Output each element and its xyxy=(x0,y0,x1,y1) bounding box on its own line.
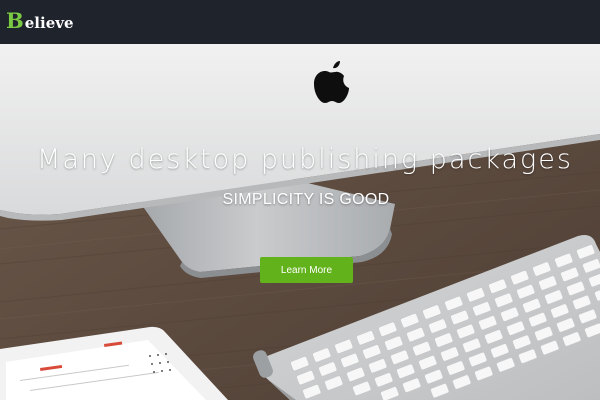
navbar: B elieve xyxy=(0,0,600,44)
brand-name: elieve xyxy=(24,14,74,32)
brand-initial: B xyxy=(6,8,24,33)
hero-tagline: SIMPLICITY IS GOOD xyxy=(222,191,390,208)
hero-overlay: Many desktop publishing packages SIMPLIC… xyxy=(0,44,600,400)
learn-more-button[interactable]: Learn More xyxy=(260,257,353,283)
brand-logo[interactable]: B elieve xyxy=(6,10,74,34)
hero-section: Many desktop publishing packages SIMPLIC… xyxy=(0,44,600,400)
hero-headline: Many desktop publishing packages xyxy=(37,144,573,175)
